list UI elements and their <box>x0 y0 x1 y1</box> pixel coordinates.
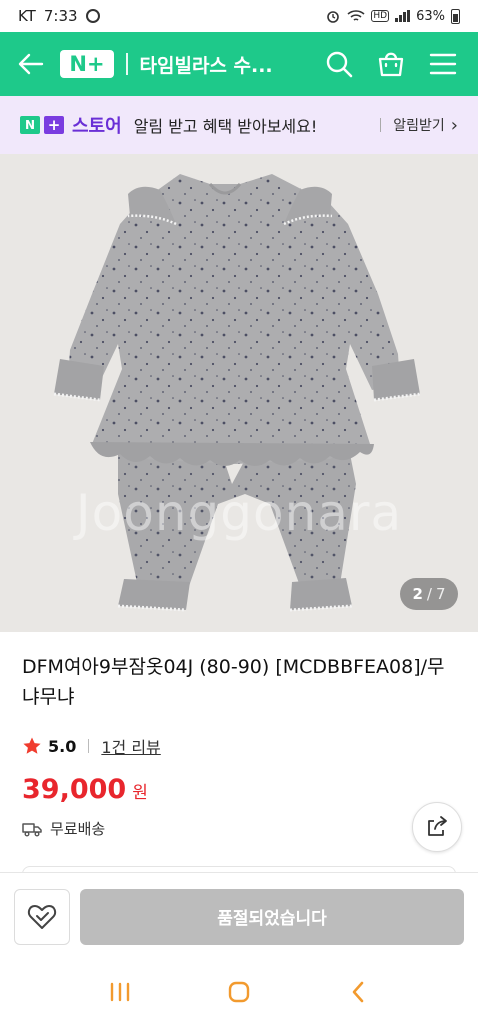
star-icon <box>22 736 42 756</box>
price-value: 39,000 <box>22 774 127 805</box>
shipping-label: 무료배송 <box>50 820 106 838</box>
truck-icon <box>22 822 42 836</box>
store-logo-n: N <box>20 116 40 134</box>
nplus-logo-text: N+ <box>69 52 105 76</box>
store-logo-name: 스토어 <box>72 116 122 137</box>
review-count-link[interactable]: 1건 리뷰 <box>101 734 160 758</box>
chevron-right-icon: › <box>450 114 458 136</box>
header-divider <box>126 53 128 75</box>
clock: 7:33 <box>43 7 78 25</box>
share-icon <box>428 816 447 836</box>
search-icon[interactable] <box>324 49 354 79</box>
nplus-logo[interactable]: N+ <box>60 50 114 78</box>
battery-percent: 63% <box>416 8 445 24</box>
rating-divider <box>88 739 90 753</box>
store-logo-plus: + <box>44 116 64 134</box>
soldout-button[interactable]: 품절되었습니다 <box>80 888 464 945</box>
subscribe-link-label: 알림받기 <box>393 118 445 134</box>
share-button[interactable] <box>412 802 462 852</box>
app-notification-icon <box>85 9 100 23</box>
watermark: Joonggonara <box>75 484 403 542</box>
system-navigation-bar <box>0 960 478 1024</box>
battery-icon <box>451 8 460 24</box>
naver-store-logo: N + 스토어 <box>20 112 122 138</box>
network-hd-label: HD <box>371 10 390 22</box>
current-image-index: 2 <box>412 585 423 603</box>
hamburger-menu-icon[interactable] <box>428 49 458 79</box>
pajama-product-photo <box>53 174 421 612</box>
product-title: DFM여아9부잠옷04J (80-90) [MCDBBFEA08]/무냐무냐 <box>22 656 445 708</box>
carrier-label: KT <box>18 7 36 25</box>
bottom-action-bar: 품절되었습니다 <box>0 872 478 960</box>
rating-value: 5.0 <box>48 736 77 756</box>
banner-divider <box>380 118 382 132</box>
product-image-carousel[interactable]: Joonggonara 2 / 7 <box>0 154 478 632</box>
shipping-info: 무료배송 <box>22 818 105 839</box>
price-row: 39,000 원 <box>22 774 148 805</box>
alarm-icon <box>327 11 340 23</box>
back-nav-icon[interactable] <box>338 972 378 1012</box>
image-page-counter: 2 / 7 <box>400 578 458 610</box>
store-notification-banner: N + 스토어 알림 받고 혜택 받아보세요! 알림받기 › <box>0 96 478 154</box>
store-title[interactable]: 타임빌라스 수... <box>140 51 325 78</box>
shopping-bag-icon[interactable] <box>376 49 406 79</box>
price-currency: 원 <box>132 783 148 803</box>
heart-check-icon <box>27 904 57 929</box>
total-image-count: 7 <box>435 585 446 603</box>
app-header: N+ 타임빌라스 수... <box>0 32 478 96</box>
home-icon[interactable] <box>219 972 259 1012</box>
wifi-icon <box>347 10 365 21</box>
recent-apps-icon[interactable] <box>100 972 140 1012</box>
rating-row: 5.0 1건 리뷰 <box>22 734 161 758</box>
status-bar: KT 7:33 HD 63% <box>0 0 478 32</box>
wishlist-button[interactable] <box>14 888 70 945</box>
notification-subscribe-link[interactable]: 알림받기 › <box>380 115 458 136</box>
banner-message: 알림 받고 혜택 받아보세요! <box>133 117 318 136</box>
back-arrow-icon[interactable] <box>16 49 46 79</box>
signal-icon <box>395 10 411 22</box>
image-counter-separator: / <box>426 585 432 603</box>
